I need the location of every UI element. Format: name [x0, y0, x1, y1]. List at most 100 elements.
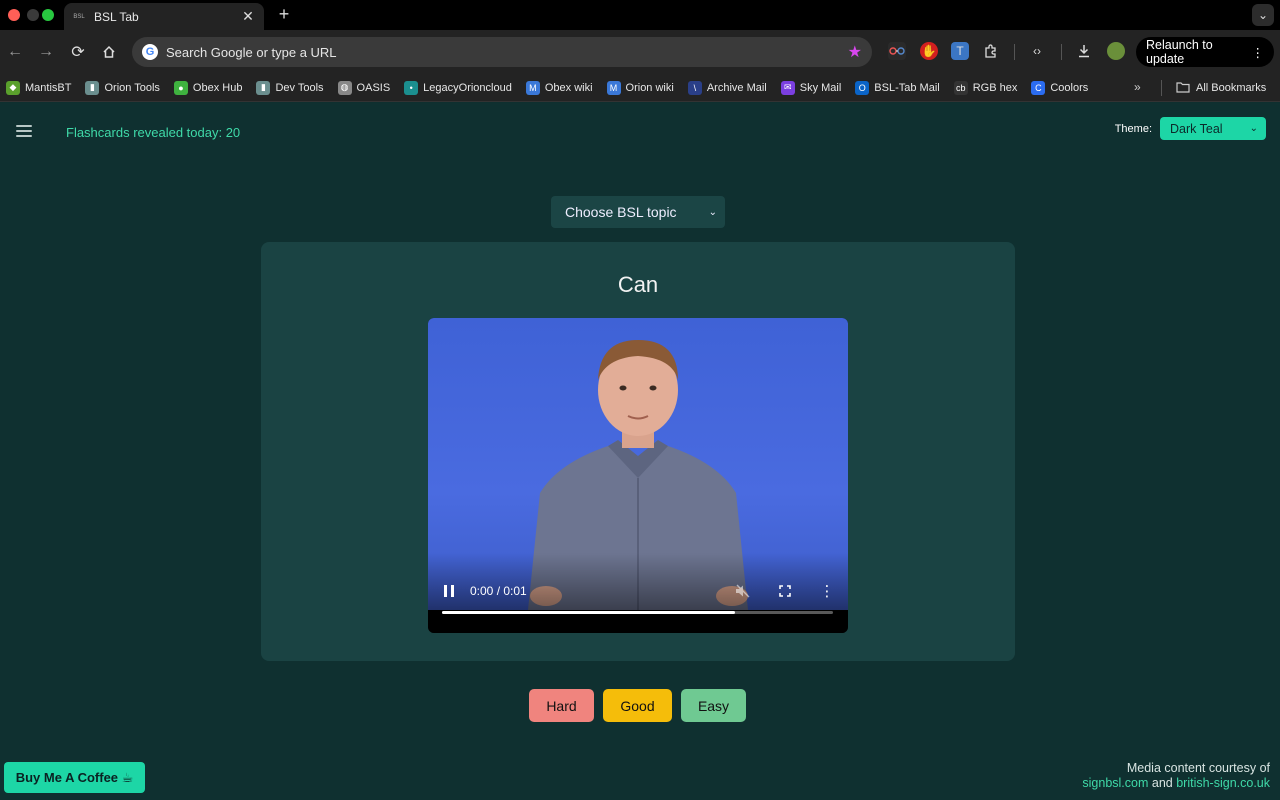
pause-icon[interactable]	[442, 584, 456, 598]
bookmark-legacyorioncloud[interactable]: • LegacyOrioncloud	[404, 80, 512, 95]
bookmark-label: MantisBT	[25, 81, 72, 94]
bookmark-dev-tools[interactable]: ▮ Dev Tools	[256, 80, 324, 95]
theme-control: Theme: Dark Teal ⌄	[1115, 117, 1266, 140]
extension-hand-stop-icon[interactable]: ✋	[920, 42, 938, 60]
kebab-menu-icon: ⋮	[1251, 45, 1265, 60]
tab-search-chevron-icon[interactable]: ⌄	[1252, 4, 1274, 26]
back-arrow-icon[interactable]: ←	[4, 41, 26, 63]
relaunch-to-update-button[interactable]: Relaunch to update ⋮	[1136, 37, 1274, 67]
close-tab-icon[interactable]: ✕	[240, 8, 256, 25]
coolors-icon: C	[1031, 80, 1046, 95]
fullscreen-icon[interactable]	[776, 582, 794, 600]
bookmark-orion-wiki[interactable]: M Orion wiki	[606, 80, 674, 95]
bookmark-label: Obex wiki	[544, 81, 593, 94]
extension-glasses-icon[interactable]	[888, 42, 906, 60]
green-circle-icon: ●	[173, 80, 188, 95]
google-g-icon: G	[142, 44, 158, 60]
maximize-window-button[interactable]	[42, 9, 54, 21]
mantis-icon: ◆	[6, 80, 20, 95]
bookmark-orion-tools[interactable]: ▮ Orion Tools	[85, 80, 160, 95]
bookmark-label: LegacyOrioncloud	[423, 81, 512, 94]
bookmark-label: Obex Hub	[192, 81, 243, 94]
profile-avatar-icon[interactable]	[1107, 42, 1125, 60]
tab-bsl-tab[interactable]: BSL BSL Tab ✕	[64, 3, 264, 30]
bookmark-coolors[interactable]: C Coolors	[1031, 80, 1089, 95]
bookmark-star-icon[interactable]: ★	[848, 42, 862, 62]
folder-icon	[1176, 81, 1190, 96]
bookmarks-separator	[1161, 80, 1162, 96]
bsl-topic-select[interactable]: Choose BSL topic ⌄	[551, 196, 725, 228]
theme-label: Theme:	[1114, 122, 1152, 135]
extension-t-icon[interactable]: T	[951, 42, 969, 60]
bookmark-label: Coolors	[1050, 81, 1089, 94]
mail-slash-icon: \	[687, 80, 702, 95]
bsl-favicon-icon: BSL	[73, 13, 85, 20]
relaunch-label: Relaunch to update	[1146, 38, 1213, 66]
browser-toolbar: ← → ⟳ G Search Google or type a URL ★ ✋ …	[0, 30, 1280, 74]
chevron-down-icon: ⌄	[708, 206, 717, 218]
video-progress-bar[interactable]	[442, 611, 833, 614]
british-sign-link[interactable]: british-sign.co.uk	[1176, 776, 1270, 790]
theme-select[interactable]: Dark Teal ⌄	[1160, 117, 1266, 140]
forward-arrow-icon[interactable]: →	[35, 41, 57, 63]
bookmark-obex-hub[interactable]: ● Obex Hub	[173, 80, 243, 95]
all-bookmarks-button[interactable]: All Bookmarks	[1176, 74, 1266, 102]
bookmark-oasis[interactable]: ◍ OASIS	[337, 80, 391, 95]
muted-speaker-icon[interactable]	[734, 582, 752, 600]
outlook-icon: O	[855, 80, 870, 95]
reload-icon[interactable]: ⟳	[67, 41, 89, 63]
bookmark-archive-mail[interactable]: \ Archive Mail	[687, 80, 767, 95]
wiki-icon: M	[525, 80, 540, 95]
flashcard: Can 0:00 / 0:01 ⋮	[261, 242, 1015, 661]
browser-tab-strip: BSL BSL Tab ✕ + ⌄	[0, 0, 1280, 30]
close-window-button[interactable]	[8, 9, 20, 21]
theme-selected-value: Dark Teal	[1170, 121, 1223, 136]
bookmark-label: Orion Tools	[104, 81, 160, 94]
bookmark-obex-wiki[interactable]: M Obex wiki	[525, 80, 593, 95]
tab-title: BSL Tab	[94, 9, 139, 24]
mail-icon: ✉	[780, 80, 795, 95]
devtools-code-icon[interactable]: ‹›	[1028, 42, 1046, 60]
bookmark-label: RGB hex	[972, 81, 1018, 94]
all-bookmarks-label: All Bookmarks	[1196, 82, 1267, 94]
topic-selected-value: Choose BSL topic	[565, 204, 677, 220]
more-bookmarks-chevron-icon[interactable]: »	[1134, 80, 1141, 94]
bookmark-rgb-hex[interactable]: cb RGB hex	[953, 80, 1018, 95]
home-icon[interactable]	[98, 41, 120, 63]
flashcard-word: Can	[617, 272, 659, 297]
hard-button[interactable]: Hard	[529, 689, 594, 722]
buy-me-a-coffee-button[interactable]: Buy Me A Coffee ☕	[4, 762, 145, 793]
extensions-puzzle-icon[interactable]	[982, 42, 1000, 60]
bookmark-label: Sky Mail	[799, 81, 842, 94]
video-options-kebab-icon[interactable]: ⋮	[818, 582, 836, 600]
wiki-icon: M	[606, 80, 621, 95]
bookmark-mantisbt[interactable]: ◆ MantisBT	[6, 80, 72, 95]
flashcards-revealed-counter: Flashcards revealed today: 20	[66, 125, 241, 140]
new-tab-plus-icon[interactable]: +	[276, 4, 292, 25]
bookmarks-bar: ◆ MantisBT ▮ Orion Tools ● Obex Hub ▮ Dev Tools…	[0, 74, 1280, 102]
cb-icon: cb	[953, 80, 968, 95]
address-bar-placeholder: Search Google or type a URL	[166, 44, 337, 60]
downloads-icon[interactable]	[1075, 42, 1093, 60]
bsl-tab-page: Flashcards revealed today: 20 Theme: Dar…	[0, 103, 1280, 800]
toolbar-separator	[1061, 44, 1062, 60]
hamburger-menu-icon[interactable]	[16, 125, 32, 137]
address-bar[interactable]: G Search Google or type a URL ★	[132, 37, 872, 67]
video-progress-fill	[442, 611, 736, 614]
good-button[interactable]: Good	[603, 689, 672, 722]
media-credits: Media content courtesy of signbsl.com an…	[1082, 761, 1270, 791]
globe-icon: ◍	[337, 80, 352, 95]
signbsl-link[interactable]: signbsl.com	[1082, 776, 1148, 790]
bookmark-label: Dev Tools	[275, 81, 324, 94]
bookmark-sky-mail[interactable]: ✉ Sky Mail	[780, 80, 842, 95]
bookmark-label: OASIS	[356, 81, 391, 94]
video-time-readout: 0:00 / 0:01	[470, 584, 527, 598]
chevron-down-icon: ⌄	[1249, 123, 1258, 134]
folder-doc-icon: ▮	[85, 80, 100, 95]
bookmark-bsl-tab-mail[interactable]: O BSL-Tab Mail	[855, 80, 940, 95]
minimize-window-button[interactable]	[27, 9, 39, 21]
credits-and: and	[1148, 776, 1177, 790]
easy-button[interactable]: Easy	[681, 689, 746, 722]
sign-video-player[interactable]: 0:00 / 0:01 ⋮	[428, 318, 848, 633]
bookmark-label: Archive Mail	[706, 81, 767, 94]
